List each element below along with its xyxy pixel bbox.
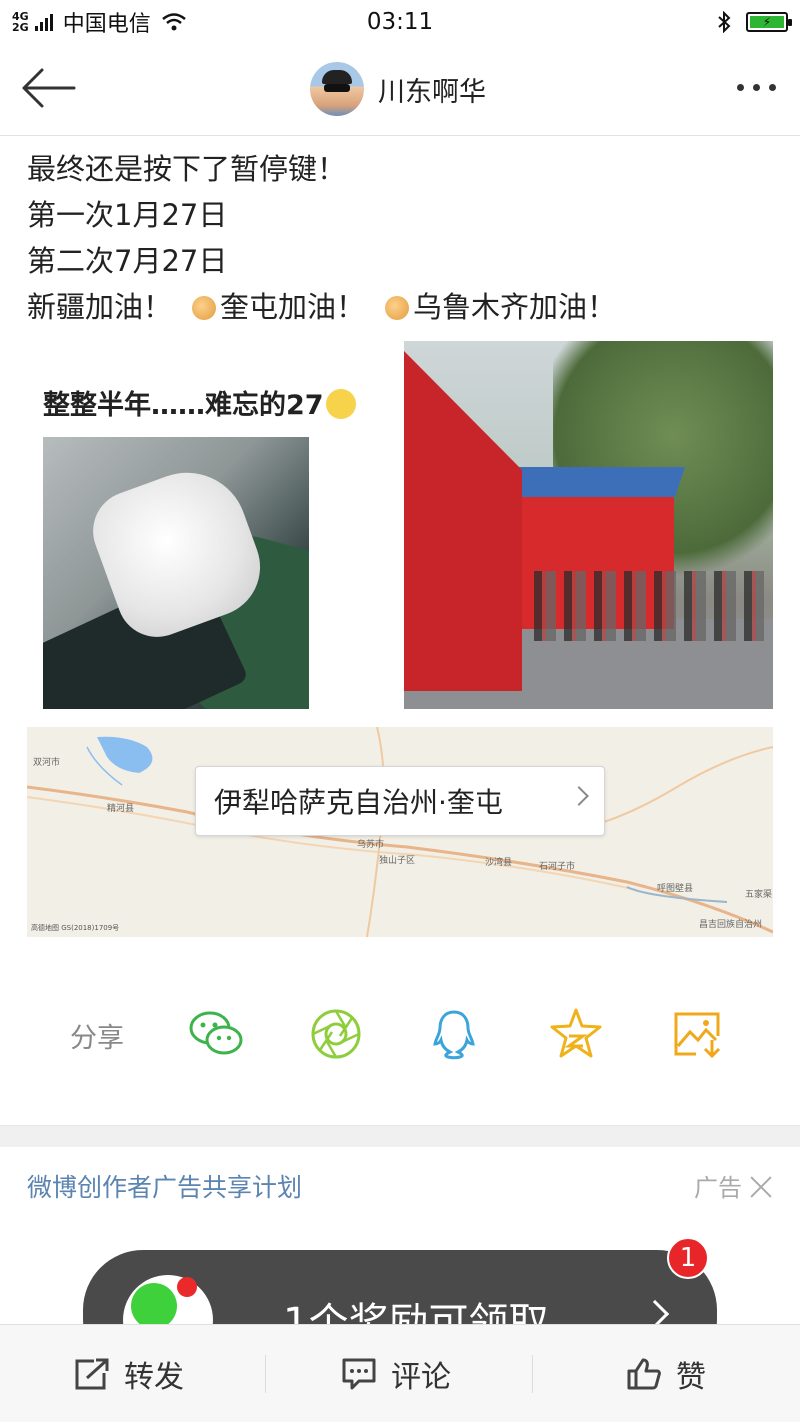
handshake-photo: [43, 437, 309, 709]
cheer-text: 乌鲁木齐加油！: [413, 290, 617, 324]
wechat-icon[interactable]: [188, 1006, 244, 1062]
comment-button[interactable]: 评论: [341, 1325, 451, 1422]
image-caption-text: 整整半年……难忘的27: [43, 390, 324, 421]
post-image-storefront[interactable]: [404, 341, 773, 709]
map-label: 五家渠: [745, 890, 773, 900]
wifi-icon: [161, 13, 186, 31]
location-card[interactable]: 伊犁哈萨克自治州·奎屯: [195, 766, 605, 836]
image-caption: 整整半年……难忘的27: [43, 383, 356, 422]
header: 川东啊华: [0, 44, 800, 136]
status-left: 4G 2G 中国电信: [12, 6, 187, 38]
ad-badge[interactable]: 广告: [694, 1168, 772, 1203]
chevron-right-icon: [569, 786, 589, 806]
battery-icon: ⚡: [746, 12, 792, 32]
post-line: 最终还是按下了暂停键！: [27, 152, 347, 186]
post-line: 第二次7月27日: [27, 244, 228, 278]
save-image-icon[interactable]: [670, 1006, 726, 1062]
ad-badge-label: 广告: [694, 1174, 742, 1202]
post-line-cheers: 新疆加油！ 奎屯加油！ 乌鲁木齐加油！: [27, 284, 616, 330]
repost-label: 转发: [124, 1360, 184, 1395]
post-line: 第一次1月27日: [27, 198, 228, 232]
ad-count-badge: 1: [667, 1237, 709, 1279]
qq-icon[interactable]: [426, 1006, 482, 1062]
fist-emoji-icon: [192, 296, 217, 320]
moments-icon[interactable]: [308, 1006, 364, 1062]
map-copyright: 高德地图 GS(2018)1709号: [31, 924, 120, 932]
like-label: 赞: [676, 1360, 706, 1395]
avatar[interactable]: [310, 62, 364, 116]
post-image-handshake[interactable]: 整整半年……难忘的27: [27, 341, 389, 709]
share-row: 分享: [0, 1000, 800, 1070]
more-dots-icon[interactable]: [737, 84, 776, 91]
cheer-text: 新疆加油！: [27, 290, 173, 324]
qzone-icon[interactable]: [548, 1006, 604, 1062]
divider: [532, 1355, 533, 1393]
network-type: 4G 2G: [12, 11, 29, 33]
repost-button[interactable]: 转发: [74, 1325, 184, 1422]
grimace-emoji-icon: [325, 389, 356, 419]
map-label: 石河子市: [539, 862, 576, 872]
map-label: 乌苏市: [357, 840, 385, 850]
close-icon[interactable]: [750, 1175, 772, 1197]
cheer-text: 奎屯加油！: [220, 290, 366, 324]
back-arrow-icon[interactable]: [20, 66, 76, 110]
header-user[interactable]: 川东啊华: [310, 62, 486, 116]
map-label: 昌吉回族自治州: [699, 920, 763, 930]
location-name: 伊犁哈萨克自治州·奎屯: [214, 786, 503, 819]
divider: [265, 1355, 266, 1393]
share-label: 分享: [70, 1023, 124, 1054]
status-bar: 4G 2G 中国电信 03:11 ⚡: [0, 0, 800, 44]
bottom-action-bar: 转发 评论 赞: [0, 1324, 800, 1422]
page-title[interactable]: 川东啊华: [378, 70, 486, 109]
comment-icon: [342, 1358, 376, 1390]
signal-icon: [34, 13, 53, 31]
charging-bolt-icon: ⚡: [750, 15, 784, 29]
map-label: 双河市: [33, 758, 61, 768]
carrier-name: 中国电信: [62, 12, 151, 37]
bluetooth-icon: [718, 11, 731, 33]
repost-icon: [75, 1358, 109, 1390]
map-label: 呼图壁县: [657, 884, 694, 894]
map-label: 沙湾县: [485, 858, 513, 868]
map-label: 独山子区: [379, 856, 416, 866]
like-button[interactable]: 赞: [626, 1325, 706, 1422]
status-right: ⚡: [716, 11, 792, 33]
thumbs-up-icon: [627, 1358, 661, 1390]
comment-label: 评论: [391, 1360, 451, 1395]
post-text: 最终还是按下了暂停键！ 第一次1月27日 第二次7月27日 新疆加油！ 奎屯加油！…: [27, 146, 616, 330]
section-divider: [0, 1125, 800, 1147]
map-label: 精河县: [107, 804, 135, 814]
location-map[interactable]: 双河市 精河县 乌苏市 独山子区 沙湾县 石河子市 呼图壁县 五家渠 昌吉回族自…: [27, 727, 773, 937]
fist-emoji-icon: [385, 296, 410, 320]
network-bottom: 2G: [12, 21, 29, 34]
ad-title[interactable]: 微博创作者广告共享计划: [27, 1168, 302, 1204]
